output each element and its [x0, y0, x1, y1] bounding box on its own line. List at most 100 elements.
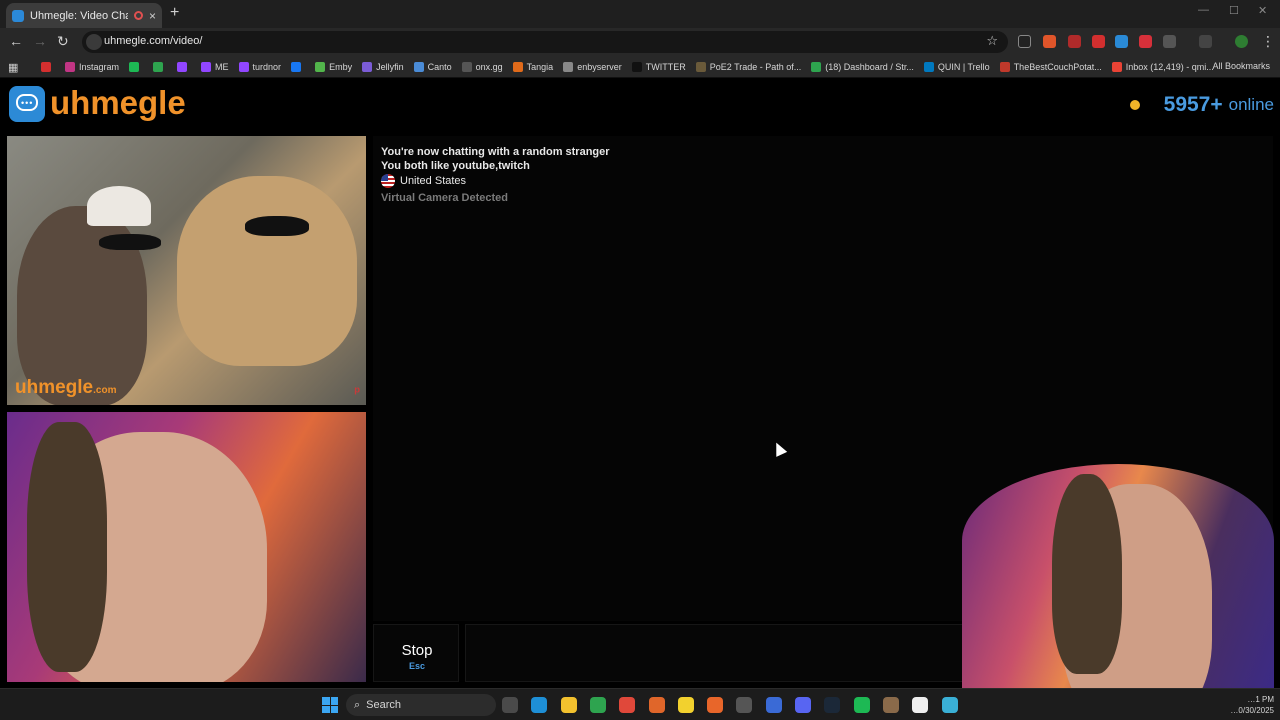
recording-icon [133, 11, 143, 20]
bookmark-item[interactable]: Emby [310, 62, 357, 72]
bookmark-item[interactable] [124, 62, 148, 72]
bookmark-label: ME [215, 62, 229, 72]
bookmark-item[interactable]: ME [196, 62, 234, 72]
bookmark-item[interactable] [286, 62, 310, 72]
extension-translate-icon[interactable] [1115, 35, 1128, 48]
steam-icon[interactable] [824, 697, 841, 713]
capcut-icon[interactable] [912, 697, 929, 713]
bookmark-item[interactable]: Tangia [508, 62, 559, 72]
firefox-icon[interactable] [707, 697, 724, 713]
bookmark-favicon-icon [129, 62, 140, 72]
back-icon[interactable]: ← [9, 33, 23, 49]
bookmark-favicon-icon [461, 62, 472, 72]
spotify-icon[interactable] [853, 697, 870, 713]
bookmark-item[interactable]: onx.gg [457, 62, 508, 72]
bookmark-item[interactable] [148, 62, 172, 72]
bookmark-item[interactable]: (18) Dashboard / Str... [806, 62, 919, 72]
local-video [7, 412, 366, 682]
apps-grid-icon[interactable]: ▦ [8, 61, 18, 74]
bookmark-item[interactable]: PoE2 Trade - Path of... [691, 62, 807, 72]
site-info-icon[interactable] [86, 34, 102, 50]
theme-toggle-icon[interactable] [1129, 100, 1140, 110]
bookmark-label: TWITTER [645, 62, 686, 72]
bookmark-favicon-icon [238, 62, 249, 72]
bookmark-item[interactable]: QUIN | Trello [919, 62, 995, 72]
search-icon: ⌕ [354, 698, 361, 711]
stranger-video: uhmegle.com ᵖ [7, 136, 366, 405]
windows-taskbar: ⌕ Search …1 PM …0/30/2025 [0, 688, 1280, 720]
stop-label: Stop [401, 642, 433, 659]
bookmark-favicon-icon [631, 62, 642, 72]
explorer-icon[interactable] [560, 697, 577, 713]
bookmark-label: Instagram [79, 62, 120, 72]
chat-country: United States [381, 174, 466, 188]
bookmark-favicon-icon [362, 62, 373, 72]
bookmark-item[interactable]: Canto [409, 62, 457, 72]
browser-icon[interactable] [765, 697, 782, 713]
basketball-icon[interactable] [648, 697, 665, 713]
sticky-notes-icon[interactable] [677, 697, 694, 713]
bookmark-favicon-icon [923, 62, 934, 72]
all-bookmarks-button[interactable]: All Bookmarks [1212, 61, 1270, 71]
bookmark-label: Tangia [526, 62, 554, 72]
forward-icon[interactable]: → [33, 33, 47, 49]
uhmegle-watermark: uhmegle.com [15, 377, 116, 399]
extension-badge-icon[interactable] [1068, 35, 1081, 48]
bookmark-item[interactable]: Instagram [60, 62, 124, 72]
bookmark-item[interactable]: enbyserver [558, 62, 627, 72]
taskbar-clock[interactable]: …1 PM …0/30/2025 [1230, 694, 1274, 716]
webcam-overlay [962, 464, 1274, 720]
menu-kebab-icon[interactable]: ⋮ [1261, 33, 1275, 50]
split-view-icon[interactable] [1199, 35, 1212, 48]
bookmark-item[interactable] [172, 62, 196, 72]
chat-status-message: You're now chatting with a random strang… [381, 146, 610, 158]
bookmark-favicon-icon [695, 62, 706, 72]
clock-date: …0/30/2025 [1230, 706, 1274, 715]
discord-icon[interactable] [795, 697, 811, 713]
profile-avatar[interactable] [1235, 35, 1248, 48]
reload-icon[interactable]: ↻ [57, 33, 69, 50]
taskbar-search[interactable]: ⌕ Search [346, 694, 496, 716]
us-flag-icon [381, 174, 395, 188]
app-icon[interactable] [736, 697, 753, 713]
clock-time: …1 PM [1247, 695, 1274, 704]
dog-sunglasses [245, 216, 309, 236]
bookmark-item[interactable]: Inbox (12,419) - qmi... [1107, 62, 1219, 72]
browser-tab[interactable]: Uhmegle: Video Chat | Ran… × [6, 3, 162, 28]
bookmark-star-icon[interactable]: ☆ [986, 33, 998, 49]
bookmark-favicon-icon [413, 62, 424, 72]
dog-image [177, 176, 357, 366]
chrome-icon[interactable] [619, 697, 636, 713]
bookmark-label: Emby [329, 62, 353, 72]
stranger-sunglasses [99, 234, 161, 250]
bookmark-item[interactable]: TWITTER [627, 62, 691, 72]
start-button[interactable] [322, 697, 338, 713]
tab-close-button[interactable]: × [149, 9, 156, 23]
extension-k-icon[interactable] [1018, 35, 1031, 48]
site-logo[interactable]: uhmegle [50, 84, 186, 122]
minimize-icon[interactable]: — [1198, 4, 1209, 16]
bookmark-favicon-icon [41, 62, 51, 72]
bookmark-item[interactable] [36, 62, 60, 72]
close-window-icon[interactable]: ✕ [1258, 4, 1267, 17]
stranger-cap [87, 186, 151, 226]
extension-youtube-icon[interactable] [1092, 35, 1105, 48]
bookmark-item[interactable]: Jellyfin [357, 62, 409, 72]
edge-icon[interactable] [531, 697, 548, 713]
bookmark-favicon-icon [563, 62, 574, 72]
bookmark-label: turdnor [252, 62, 282, 72]
stop-button[interactable]: Stop Esc [373, 624, 459, 682]
notepad-icon[interactable] [941, 697, 958, 713]
new-tab-button[interactable]: + [170, 4, 179, 22]
bookmark-item[interactable]: turdnor [234, 62, 287, 72]
extension-block-icon[interactable] [1139, 35, 1152, 48]
extensions-puzzle-icon[interactable] [1163, 35, 1176, 48]
game-icon[interactable] [882, 697, 899, 713]
bookmark-item[interactable]: TheBestCouchPotat... [995, 62, 1107, 72]
bookmark-favicon-icon [811, 62, 822, 72]
play-icon[interactable] [589, 697, 606, 713]
extension-fox-icon[interactable] [1043, 35, 1056, 48]
address-bar[interactable]: uhmegle.com/video/ ☆ [82, 31, 1008, 53]
task-view-icon[interactable] [502, 697, 518, 713]
maximize-icon[interactable]: ☐ [1229, 4, 1239, 17]
